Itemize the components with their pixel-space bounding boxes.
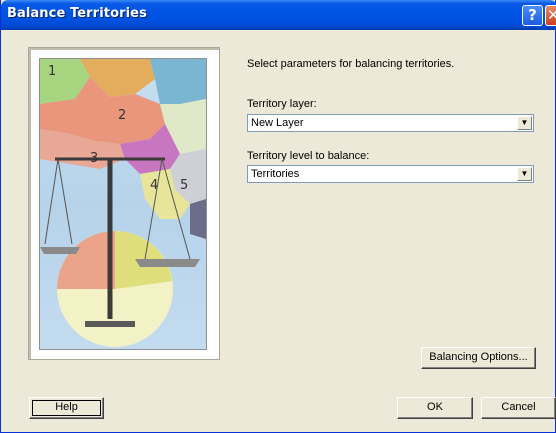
help-icon[interactable]: ?	[522, 5, 543, 26]
balancing-options-button[interactable]: Balancing Options...	[421, 347, 536, 369]
map-number: 2	[118, 108, 126, 123]
map-region	[150, 59, 206, 104]
ok-button[interactable]: OK	[397, 397, 473, 419]
map-number: 5	[180, 178, 188, 193]
help-button[interactable]: Help	[29, 397, 104, 419]
territory-layer-label: Territory layer:	[247, 98, 317, 110]
map-scale-graphic: 1 2 3 4 5	[40, 59, 206, 347]
close-icon[interactable]: ✕	[545, 5, 556, 26]
pie-slice	[57, 231, 115, 289]
map-number: 1	[48, 64, 56, 79]
map-number: 3	[90, 151, 98, 166]
territory-level-select[interactable]: Territories ▼	[247, 165, 534, 183]
scale-base	[85, 321, 135, 327]
window-title: Balance Territories	[7, 6, 147, 21]
chevron-down-icon[interactable]: ▼	[517, 167, 532, 181]
territory-level-value: Territories	[251, 168, 300, 180]
cancel-button[interactable]: Cancel	[481, 397, 556, 419]
dialog-window: Balance Territories ? ✕	[0, 0, 556, 433]
scale-chain	[57, 158, 73, 245]
chevron-down-icon[interactable]: ▼	[517, 116, 532, 130]
territory-level-label: Territory level to balance:	[247, 150, 370, 162]
map-region	[190, 199, 206, 239]
scale-pan-left	[40, 247, 80, 254]
scale-pan-right	[135, 259, 200, 267]
map-number: 4	[150, 178, 158, 193]
illustration-frame: 1 2 3 4 5	[28, 47, 220, 360]
title-bar[interactable]: Balance Territories ? ✕	[1, 0, 556, 30]
territory-layer-select[interactable]: New Layer ▼	[247, 114, 534, 132]
scale-chain	[44, 158, 59, 245]
territory-layer-value: New Layer	[251, 117, 304, 129]
instructions-text: Select parameters for balancing territor…	[247, 58, 455, 70]
territory-balance-illustration: 1 2 3 4 5	[39, 58, 207, 350]
